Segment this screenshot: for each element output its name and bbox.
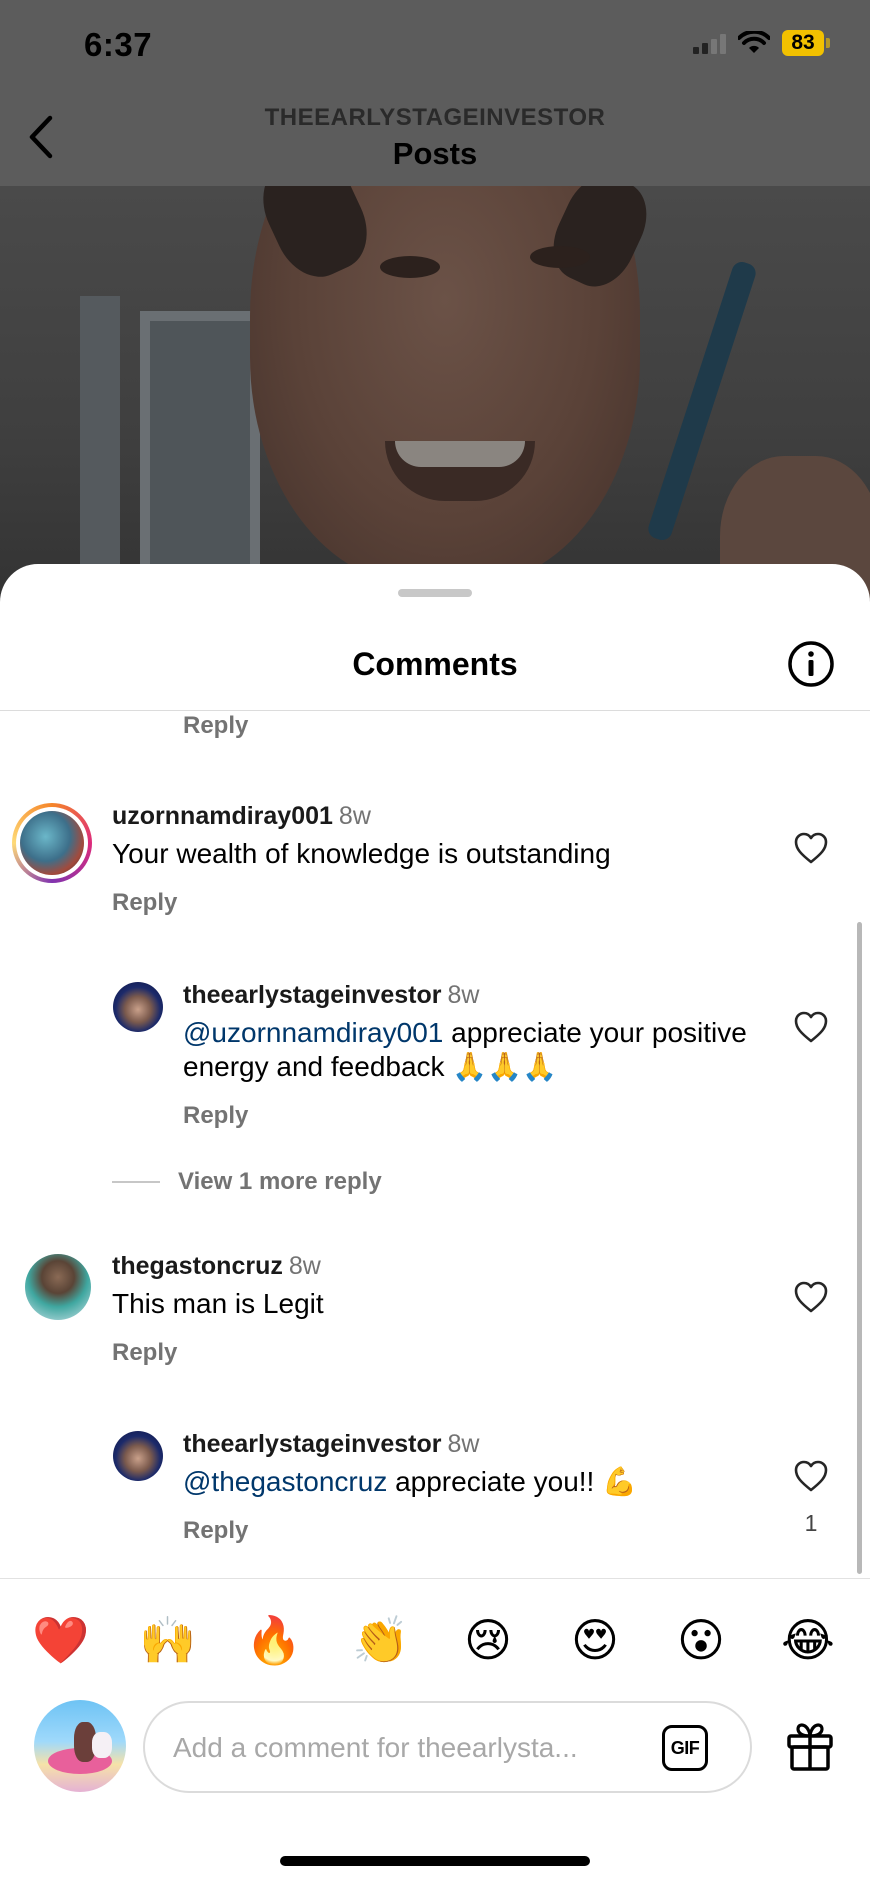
emoji-crying-button[interactable]: 😢 (458, 1610, 518, 1670)
mention-link[interactable]: @thegastoncruz (183, 1466, 387, 1497)
avatar[interactable] (25, 1254, 91, 1320)
mention-link[interactable]: @uzornnamdiray001 (183, 1017, 443, 1048)
avatar[interactable] (113, 1431, 163, 1481)
page-title: Posts (392, 136, 478, 171)
heart-icon[interactable] (793, 1459, 829, 1493)
reply-button[interactable]: Reply (183, 712, 248, 740)
info-icon (788, 641, 834, 687)
gif-button[interactable]: GIF (662, 1725, 708, 1771)
comment-username[interactable]: theearlystageinvestor (183, 1430, 441, 1458)
comment-time: 8w (447, 1430, 480, 1458)
avatar-story-ring[interactable] (12, 803, 92, 883)
post-photo (0, 186, 870, 600)
battery-level: 83 (782, 30, 824, 56)
composer-divider (0, 1578, 870, 1579)
emoji-heart-button[interactable]: ❤️ (31, 1610, 91, 1670)
my-avatar[interactable] (34, 1700, 126, 1792)
comments-sheet: Comments (0, 564, 870, 1882)
reply-button[interactable]: Reply (183, 1517, 763, 1545)
post-background: 6:37 83 THEEARLYSTAGEINVESTOR Posts (0, 0, 870, 600)
comment-text: appreciate you!! 💪 (387, 1466, 637, 1497)
heart-icon[interactable] (793, 1010, 829, 1044)
reply-button[interactable]: Reply (183, 1102, 763, 1130)
heart-icon[interactable] (793, 831, 829, 865)
battery-indicator: 83 (782, 30, 830, 56)
reply-item: theearlystageinvestor 8w @thegastoncruz a… (183, 1430, 763, 1545)
emoji-fire-button[interactable]: 🔥 (244, 1610, 304, 1670)
scrollbar[interactable] (857, 922, 862, 1574)
comment-time: 8w (288, 1252, 321, 1280)
reply-button[interactable]: Reply (112, 889, 762, 917)
emoji-clap-button[interactable]: 👏 (351, 1610, 411, 1670)
sheet-drag-handle[interactable] (398, 589, 472, 597)
comment-username[interactable]: theearlystageinvestor (183, 981, 441, 1009)
like-count: 1 (804, 1510, 818, 1536)
status-time: 6:37 (84, 26, 153, 63)
comment-time: 8w (447, 981, 480, 1009)
comment-text: Your wealth of knowledge is outstanding (112, 838, 611, 869)
gift-button[interactable] (782, 1718, 838, 1774)
cellular-signal-icon (693, 32, 726, 54)
account-name: THEEARLYSTAGEINVESTOR (264, 104, 606, 131)
comment-input[interactable] (173, 1725, 613, 1771)
comment-username[interactable]: thegastoncruz (112, 1252, 283, 1280)
reply-item: theearlystageinvestor 8w @uzornnamdiray00… (183, 981, 763, 1130)
emoji-laughing-button[interactable]: 😂 (778, 1610, 838, 1670)
view-more-replies[interactable]: View 1 more reply (112, 1168, 382, 1196)
divider-line (112, 1181, 160, 1183)
reply-button[interactable]: Reply (112, 1339, 762, 1367)
comment-composer: GIF (0, 1700, 870, 1794)
avatar (20, 811, 84, 875)
comment-item: uzornnamdiray001 8w Your wealth of knowle… (112, 802, 762, 917)
status-icons: 83 (693, 30, 830, 56)
info-button[interactable] (786, 639, 836, 689)
comment-username[interactable]: uzornnamdiray001 (112, 802, 333, 830)
quick-emoji-bar: ❤️ 🙌 🔥 👏 😢 😍 😮 😂 (0, 1608, 870, 1672)
comment-time: 8w (338, 802, 371, 830)
view-more-label: View 1 more reply (178, 1168, 382, 1195)
home-indicator[interactable] (280, 1856, 590, 1866)
comment-input-field[interactable]: GIF (143, 1701, 752, 1793)
emoji-raising-hands-button[interactable]: 🙌 (138, 1610, 198, 1670)
comment-item: thegastoncruz 8w This man is Legit Reply (112, 1252, 762, 1367)
sheet-title: Comments (352, 646, 518, 682)
avatar[interactable] (113, 982, 163, 1032)
sheet-divider (0, 710, 870, 711)
wifi-icon (738, 31, 770, 53)
emoji-heart-eyes-button[interactable]: 😍 (565, 1610, 625, 1670)
comment-text: This man is Legit (112, 1288, 324, 1319)
header-title-block: THEEARLYSTAGEINVESTOR Posts (0, 104, 870, 172)
heart-icon[interactable] (793, 1280, 829, 1314)
emoji-surprised-button[interactable]: 😮 (671, 1610, 731, 1670)
gift-icon (787, 1723, 833, 1771)
